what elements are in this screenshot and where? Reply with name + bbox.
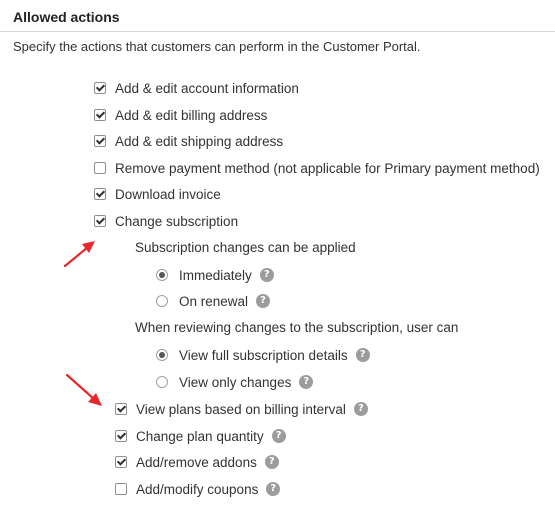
sub-action-row[interactable]: View plans based on billing interval ? xyxy=(115,400,368,418)
radio-label: Immediately xyxy=(179,267,252,283)
action-row[interactable]: Download invoice xyxy=(94,185,221,203)
annotation-arrow-icon xyxy=(63,241,95,268)
radio-row[interactable]: View full subscription details ? xyxy=(156,346,370,364)
sub-action-row[interactable]: Add/modify coupons ? xyxy=(115,480,281,498)
help-icon[interactable]: ? xyxy=(355,348,370,362)
sub-action-row[interactable]: Add/remove addons ? xyxy=(115,453,279,471)
view-full-details-radio[interactable] xyxy=(156,349,168,361)
help-icon[interactable]: ? xyxy=(266,482,281,496)
sub-action-row[interactable]: Change plan quantity ? xyxy=(115,427,286,445)
immediately-radio[interactable] xyxy=(156,269,168,281)
radio-label: On renewal xyxy=(179,293,249,309)
radio-row[interactable]: On renewal ? xyxy=(156,292,271,310)
action-row[interactable]: Add & edit account information xyxy=(94,79,299,97)
action-row[interactable]: Change subscription xyxy=(94,212,238,230)
action-label: Change subscription xyxy=(115,213,239,229)
view-only-changes-radio[interactable] xyxy=(156,376,168,388)
help-icon[interactable]: ? xyxy=(256,294,271,308)
help-icon[interactable]: ? xyxy=(259,268,274,282)
action-row[interactable]: Remove payment method (not applicable fo… xyxy=(94,159,540,177)
radio-row[interactable]: Immediately ? xyxy=(156,266,274,284)
view-plans-checkbox[interactable] xyxy=(115,403,127,415)
help-icon[interactable]: ? xyxy=(299,375,314,389)
review-changes-label: When reviewing changes to the subscripti… xyxy=(135,320,459,335)
sub-action-label: Add/remove addons xyxy=(136,454,257,470)
radio-row[interactable]: View only changes ? xyxy=(156,373,314,391)
add-modify-coupons-checkbox[interactable] xyxy=(115,483,127,495)
help-icon[interactable]: ? xyxy=(353,402,368,416)
download-invoice-checkbox[interactable] xyxy=(94,188,106,200)
change-plan-quantity-checkbox[interactable] xyxy=(115,430,127,442)
section-divider xyxy=(0,31,555,32)
action-row[interactable]: Add & edit billing address xyxy=(94,106,267,124)
sub-action-label: Change plan quantity xyxy=(136,428,264,444)
billing-address-checkbox[interactable] xyxy=(94,109,106,121)
radio-label: View full subscription details xyxy=(179,347,348,363)
action-label: Remove payment method (not applicable fo… xyxy=(115,160,540,176)
sub-action-label: View plans based on billing interval xyxy=(136,401,346,417)
add-remove-addons-checkbox[interactable] xyxy=(115,456,127,468)
action-label: Download invoice xyxy=(115,186,221,202)
action-label: Add & edit account information xyxy=(115,80,299,96)
action-label: Add & edit billing address xyxy=(115,107,268,123)
annotation-arrow-icon xyxy=(65,373,102,406)
account-info-checkbox[interactable] xyxy=(94,82,106,94)
remove-payment-method-checkbox[interactable] xyxy=(94,162,106,174)
action-label: Add & edit shipping address xyxy=(115,133,284,149)
action-row[interactable]: Add & edit shipping address xyxy=(94,132,283,150)
change-subscription-checkbox[interactable] xyxy=(94,215,106,227)
sub-action-label: Add/modify coupons xyxy=(136,481,259,497)
help-icon[interactable]: ? xyxy=(271,429,286,443)
help-icon[interactable]: ? xyxy=(264,455,279,469)
section-description: Specify the actions that customers can p… xyxy=(13,39,421,54)
shipping-address-checkbox[interactable] xyxy=(94,135,106,147)
subscription-changes-label: Subscription changes can be applied xyxy=(135,240,356,255)
on-renewal-radio[interactable] xyxy=(156,295,168,307)
section-title: Allowed actions xyxy=(13,9,120,25)
radio-label: View only changes xyxy=(179,374,292,390)
